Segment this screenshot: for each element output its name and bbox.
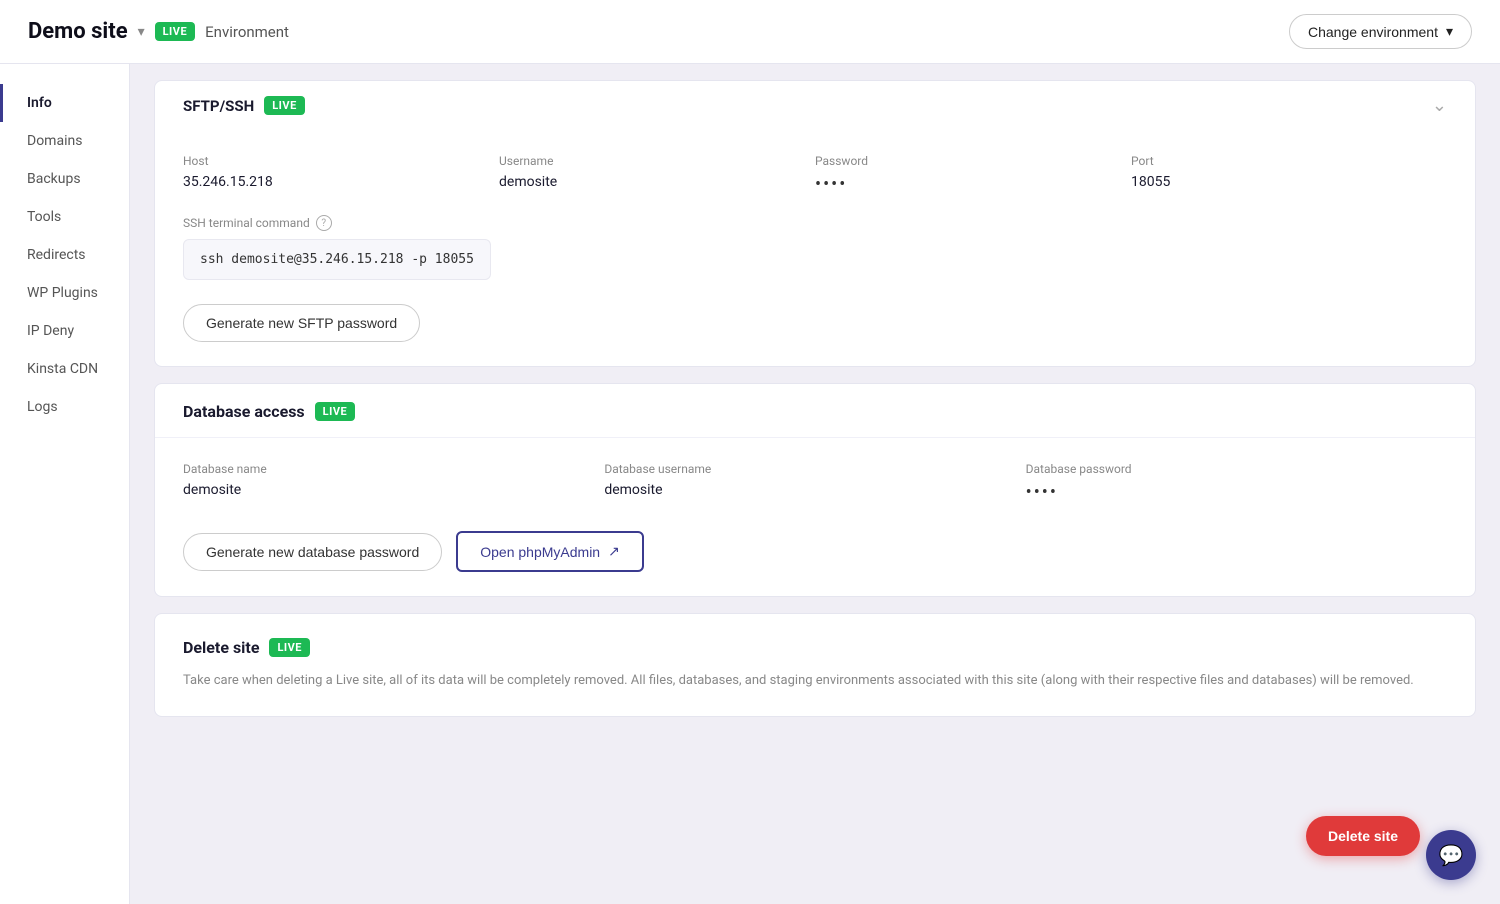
delete-title-row: Delete site LIVE: [183, 638, 1447, 657]
sftp-port-label: Port: [1131, 154, 1447, 168]
database-body: Database name demosite Database username…: [155, 438, 1475, 596]
sftp-card: SFTP/SSH LIVE ⌄ Host 35.246.15.218 Usern…: [154, 80, 1476, 367]
delete-live-badge: LIVE: [269, 638, 310, 657]
db-username-label: Database username: [604, 462, 1025, 476]
chat-icon: 💬: [1439, 843, 1464, 867]
sidebar: Info Domains Backups Tools Redirects WP …: [0, 64, 130, 904]
db-name-value: demosite: [183, 482, 604, 498]
sftp-password-value: ••••: [815, 174, 1131, 195]
open-phpmyadmin-button[interactable]: Open phpMyAdmin ↗: [456, 531, 644, 572]
database-title: Database access: [183, 402, 305, 421]
database-section-header: Database access LIVE: [155, 384, 1475, 438]
sidebar-item-kinsta-cdn[interactable]: Kinsta CDN: [0, 350, 129, 388]
sidebar-item-wp-plugins[interactable]: WP Plugins: [0, 274, 129, 312]
sidebar-item-backups[interactable]: Backups: [0, 160, 129, 198]
sftp-port-value: 18055: [1131, 174, 1447, 190]
generate-sftp-password-button[interactable]: Generate new SFTP password: [183, 304, 420, 342]
sftp-title: SFTP/SSH: [183, 97, 254, 115]
ssh-command-block: ssh demosite@35.246.15.218 -p 18055: [183, 239, 491, 280]
sftp-title-row: SFTP/SSH LIVE: [183, 96, 305, 115]
env-label: Environment: [205, 23, 289, 41]
ssh-info-icon[interactable]: ?: [316, 215, 332, 231]
delete-site-title: Delete site: [183, 638, 259, 657]
sidebar-item-domains[interactable]: Domains: [0, 122, 129, 160]
sidebar-item-info[interactable]: Info: [0, 84, 129, 122]
db-name-group: Database name demosite: [183, 462, 604, 503]
db-name-label: Database name: [183, 462, 604, 476]
chat-fab-button[interactable]: 💬: [1426, 830, 1476, 880]
sftp-password-label: Password: [815, 154, 1131, 168]
db-fields-row: Database name demosite Database username…: [183, 462, 1447, 503]
sftp-btn-row: Generate new SFTP password: [183, 304, 1447, 342]
db-password-label: Database password: [1026, 462, 1447, 476]
sftp-username-group: Username demosite: [499, 154, 815, 195]
site-chevron-icon[interactable]: ▾: [138, 24, 145, 40]
external-link-icon: ↗: [608, 543, 620, 560]
sidebar-item-redirects[interactable]: Redirects: [0, 236, 129, 274]
site-title-area: Demo site ▾ LIVE Environment: [28, 19, 289, 44]
sftp-host-value: 35.246.15.218: [183, 174, 499, 190]
sftp-section-header: SFTP/SSH LIVE ⌄: [155, 81, 1475, 130]
sftp-fields-row: Host 35.246.15.218 Username demosite Pas…: [183, 154, 1447, 195]
sidebar-item-logs[interactable]: Logs: [0, 388, 129, 426]
sftp-collapse-icon[interactable]: ⌄: [1432, 95, 1447, 116]
delete-site-card: Delete site LIVE Take care when deleting…: [154, 613, 1476, 717]
sftp-host-label: Host: [183, 154, 499, 168]
sftp-username-label: Username: [499, 154, 815, 168]
generate-db-password-button[interactable]: Generate new database password: [183, 533, 442, 571]
site-title: Demo site: [28, 19, 128, 44]
db-password-value: ••••: [1026, 482, 1447, 503]
db-password-group: Database password ••••: [1026, 462, 1447, 503]
change-environment-button[interactable]: Change environment ▾: [1289, 14, 1472, 49]
sftp-port-group: Port 18055: [1131, 154, 1447, 195]
sftp-body: Host 35.246.15.218 Username demosite Pas…: [155, 130, 1475, 366]
sidebar-item-ip-deny[interactable]: IP Deny: [0, 312, 129, 350]
sftp-live-badge: LIVE: [264, 96, 305, 115]
database-btn-row: Generate new database password Open phpM…: [183, 531, 1447, 572]
main-content: SFTP/SSH LIVE ⌄ Host 35.246.15.218 Usern…: [130, 64, 1500, 904]
main-layout: Info Domains Backups Tools Redirects WP …: [0, 64, 1500, 904]
database-card: Database access LIVE Database name demos…: [154, 383, 1476, 597]
live-badge-header: LIVE: [155, 22, 196, 41]
delete-site-button[interactable]: Delete site: [1306, 816, 1420, 856]
database-live-badge: LIVE: [315, 402, 356, 421]
delete-description: Take care when deleting a Live site, all…: [183, 671, 1447, 692]
top-header: Demo site ▾ LIVE Environment Change envi…: [0, 0, 1500, 64]
database-title-row: Database access LIVE: [183, 402, 355, 421]
sftp-host-group: Host 35.246.15.218: [183, 154, 499, 195]
change-env-chevron-icon: ▾: [1446, 23, 1453, 40]
sidebar-item-tools[interactable]: Tools: [0, 198, 129, 236]
sftp-username-value: demosite: [499, 174, 815, 190]
ssh-terminal-label: SSH terminal command ?: [183, 215, 1447, 231]
db-username-value: demosite: [604, 482, 1025, 498]
sftp-password-group: Password ••••: [815, 154, 1131, 195]
db-username-group: Database username demosite: [604, 462, 1025, 503]
